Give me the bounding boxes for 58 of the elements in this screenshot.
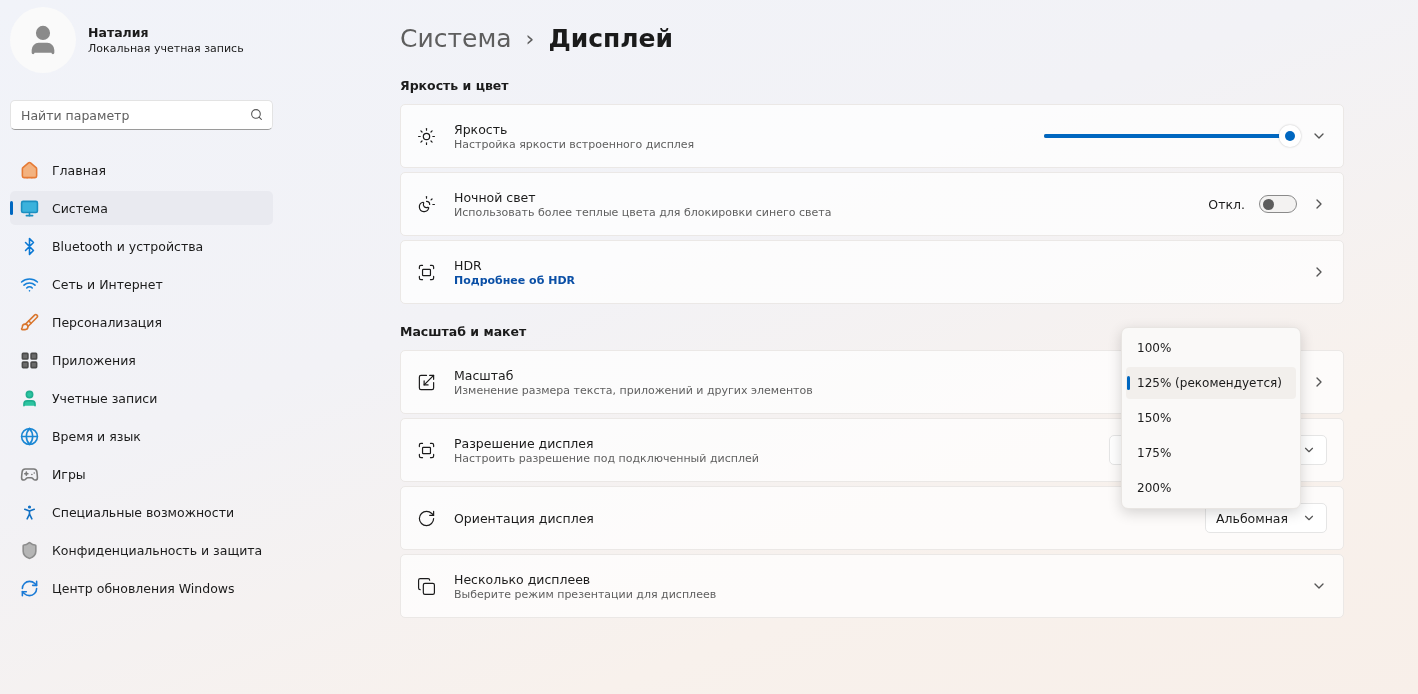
settings-card[interactable]: Несколько дисплеев Выберите режим презентации для дисплеев bbox=[400, 554, 1344, 618]
settings-card[interactable]: HDR Подробнее об HDR bbox=[400, 240, 1344, 304]
user-icon bbox=[20, 388, 39, 408]
section-title: Яркость и цвет bbox=[400, 78, 510, 95]
menu-item[interactable]: 175% bbox=[1126, 437, 1296, 469]
shield-icon bbox=[20, 540, 39, 560]
setting-description: Настройка яркости встроенного дисплея bbox=[454, 137, 695, 151]
rotate-icon bbox=[417, 508, 436, 528]
nav-item[interactable]: Время и язык bbox=[10, 419, 273, 453]
setting-title: Ориентация дисплея bbox=[454, 510, 594, 526]
section-title: Масштаб и макет bbox=[400, 324, 528, 341]
hdr-icon bbox=[417, 262, 436, 282]
nav-item[interactable]: Центр обновления Windows bbox=[10, 571, 273, 605]
settings-card[interactable]: Яркость Настройка яркости встроенного дисплея bbox=[400, 104, 1344, 168]
home-icon bbox=[20, 160, 39, 180]
globe-icon bbox=[20, 426, 39, 446]
user-name: Наталия bbox=[88, 25, 150, 40]
setting-description: Настроить разрешение под подключенный дисплей bbox=[454, 451, 759, 465]
breadcrumb-link[interactable]: Система bbox=[400, 23, 512, 53]
sun-icon bbox=[417, 126, 436, 146]
nav-item[interactable]: Bluetooth и устройства bbox=[10, 229, 273, 263]
setting-title: Несколько дисплеев bbox=[454, 571, 591, 587]
setting-title: Разрешение дисплея bbox=[454, 435, 594, 451]
nav-item[interactable]: Конфиденциальность и защита bbox=[10, 533, 273, 567]
search-field[interactable]: Найти параметр bbox=[10, 100, 273, 130]
setting-title: HDR bbox=[454, 257, 482, 273]
nav-item[interactable]: Специальные возможности bbox=[10, 495, 273, 529]
setting-title: Ночной свет bbox=[454, 189, 536, 205]
toggle-switch[interactable] bbox=[1259, 195, 1297, 213]
resolution-icon bbox=[417, 440, 436, 460]
hdr-link[interactable]: Подробнее об HDR bbox=[454, 273, 575, 287]
nav-item[interactable]: Учетные записи bbox=[10, 381, 273, 415]
setting-description: Выберите режим презентации для дисплеев bbox=[454, 587, 717, 601]
nav-item[interactable]: Игры bbox=[10, 457, 273, 491]
nav-item[interactable]: Приложения bbox=[10, 343, 273, 377]
settings-card[interactable]: Ночной свет Использовать более теплые цвета для блокировки синего света Откл. bbox=[400, 172, 1344, 236]
nav-item[interactable]: Персонализация bbox=[10, 305, 273, 339]
nav-item[interactable]: Главная bbox=[10, 153, 273, 187]
nav-item[interactable]: Система bbox=[10, 191, 273, 225]
apps-icon bbox=[20, 350, 39, 370]
account-type: Локальная учетная запись bbox=[88, 42, 244, 55]
scale-icon bbox=[417, 372, 436, 392]
search-icon bbox=[250, 108, 263, 121]
brush-icon bbox=[20, 312, 39, 332]
nav-item[interactable]: Сеть и Интернет bbox=[10, 267, 273, 301]
sun-moon-icon bbox=[417, 194, 436, 214]
setting-title: Яркость bbox=[454, 121, 508, 137]
setting-title: Масштаб bbox=[454, 367, 514, 383]
page-title: Дисплей bbox=[548, 23, 674, 53]
displays-icon bbox=[417, 576, 436, 596]
setting-description: Использовать более теплые цвета для блокировки синего света bbox=[454, 205, 832, 219]
setting-description: Изменение размера текста, приложений и других элементов bbox=[454, 383, 813, 397]
monitor-icon bbox=[20, 198, 39, 218]
breadcrumb-separator: › bbox=[525, 25, 535, 51]
toggle-state: Откл. bbox=[1208, 196, 1245, 212]
menu-item[interactable]: 125% (рекомендуется) bbox=[1126, 367, 1296, 399]
refresh-icon bbox=[20, 578, 39, 598]
slider-thumb[interactable] bbox=[1279, 125, 1301, 147]
